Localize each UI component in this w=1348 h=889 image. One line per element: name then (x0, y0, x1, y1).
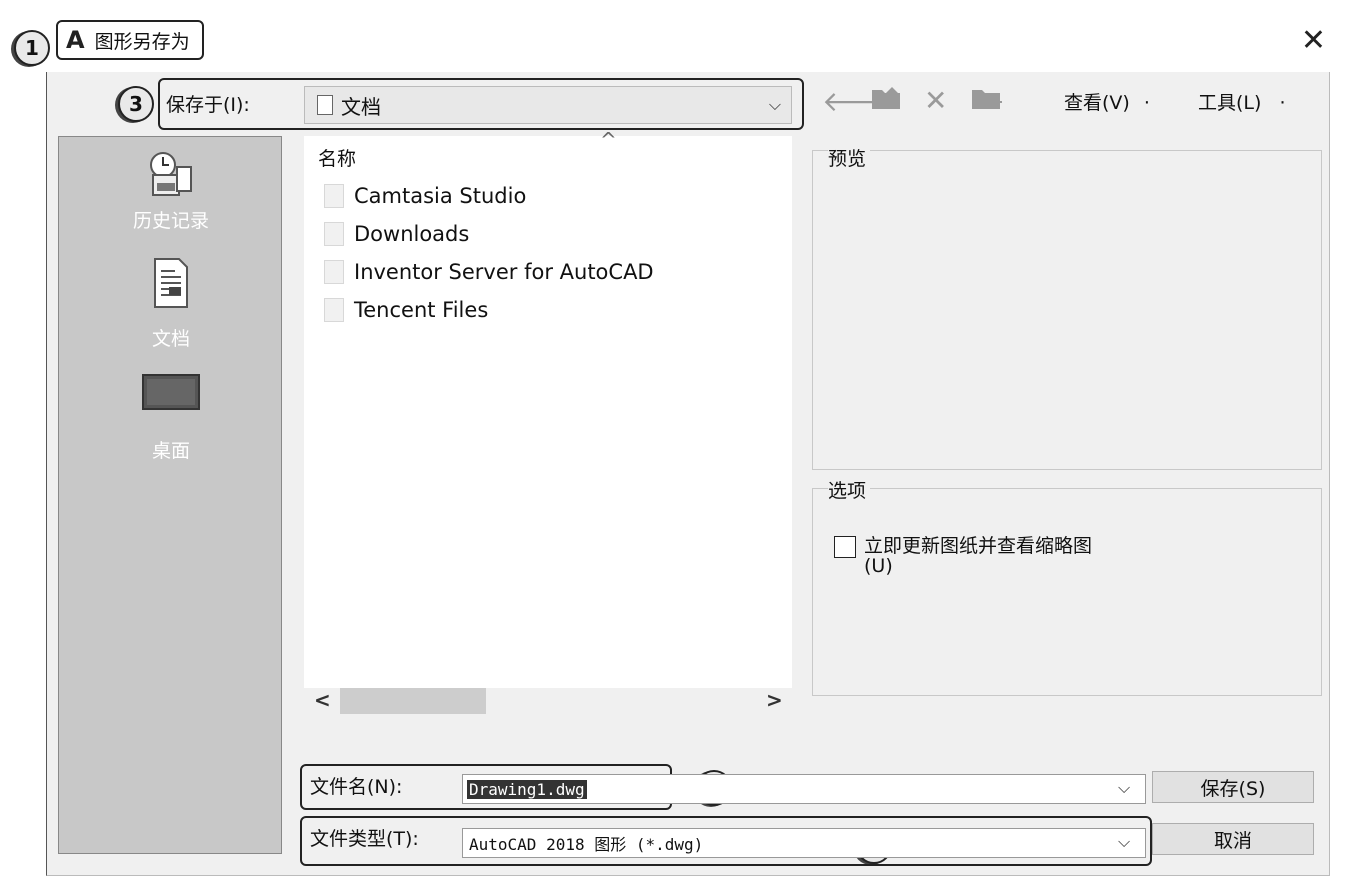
chevron-down-icon[interactable]: ⌵ (1118, 832, 1130, 852)
folder-icon (324, 298, 344, 322)
save-in-dropdown[interactable]: 文档 ⌵ (304, 86, 792, 124)
title-highlight: A 图形另存为 (56, 20, 204, 60)
list-item[interactable]: Tencent Files (324, 298, 488, 322)
scrollbar-thumb[interactable] (340, 688, 486, 714)
up-folder-icon[interactable] (870, 84, 904, 119)
close-icon[interactable]: ✕ (1301, 26, 1326, 56)
cancel-button[interactable]: 取消 (1152, 823, 1314, 855)
save-button[interactable]: 保存(S) (1152, 771, 1314, 803)
delete-icon[interactable]: ✕ (924, 84, 947, 117)
options-label: 选项 (828, 476, 871, 503)
preview-panel (812, 150, 1322, 470)
options-panel (812, 488, 1322, 696)
list-item[interactable]: Camtasia Studio (324, 184, 526, 208)
place-documents-label: 文档 (151, 328, 190, 350)
title-bar (46, 18, 1330, 72)
file-list (304, 136, 792, 688)
history-icon (59, 149, 283, 206)
place-history-label: 历史记录 (132, 210, 209, 232)
filename-label: 文件名(N): (310, 776, 403, 798)
callout-3: 3 (118, 86, 154, 122)
folder-icon (324, 260, 344, 284)
filetype-dropdown[interactable]: AutoCAD 2018 图形 (*.dwg) (462, 828, 1146, 858)
chevron-down-icon[interactable]: ⌵ (1118, 778, 1130, 798)
sort-caret-icon: ^ (600, 128, 617, 152)
filetype-value: AutoCAD 2018 图形 (*.dwg) (469, 835, 704, 854)
place-documents[interactable]: 文档 (59, 257, 283, 351)
filename-value: Drawing1.dwg (467, 779, 587, 799)
column-header-name[interactable]: 名称 (318, 144, 356, 171)
callout-1: 1 (14, 30, 50, 66)
list-item[interactable]: Downloads (324, 222, 469, 246)
documents-folder-icon (317, 95, 333, 115)
documents-icon (59, 257, 283, 314)
preview-label: 预览 (828, 144, 871, 171)
update-thumbnail-label: 立即更新图纸并查看缩略图(U) (864, 535, 1093, 577)
scroll-right-arrow-icon[interactable]: > (766, 688, 783, 712)
places-bar: 历史记录 文档 桌面 (58, 136, 282, 854)
new-folder-icon[interactable] (970, 84, 1004, 119)
autocad-logo-icon: A (66, 26, 85, 54)
folder-icon (324, 222, 344, 246)
place-desktop-label: 桌面 (151, 440, 190, 462)
desktop-icon (59, 373, 283, 418)
view-menu[interactable]: 查看(V) · (1064, 88, 1150, 115)
list-item[interactable]: Inventor Server for AutoCAD (324, 260, 654, 284)
place-history[interactable]: 历史记录 (59, 149, 283, 233)
update-thumbnail-checkbox[interactable] (834, 536, 856, 558)
filetype-label: 文件类型(T): (310, 828, 419, 850)
folder-icon (324, 184, 344, 208)
dialog-title: 图形另存为 (94, 30, 190, 53)
tools-menu[interactable]: 工具(L) · (1198, 88, 1286, 115)
chevron-down-icon: ⌵ (768, 95, 781, 114)
scroll-left-arrow-icon[interactable]: < (314, 688, 331, 712)
save-in-value: 文档 (341, 94, 381, 119)
save-in-label: 保存于(I): (166, 94, 250, 116)
place-desktop[interactable]: 桌面 (59, 373, 283, 463)
filename-input[interactable]: Drawing1.dwg (462, 774, 1146, 804)
